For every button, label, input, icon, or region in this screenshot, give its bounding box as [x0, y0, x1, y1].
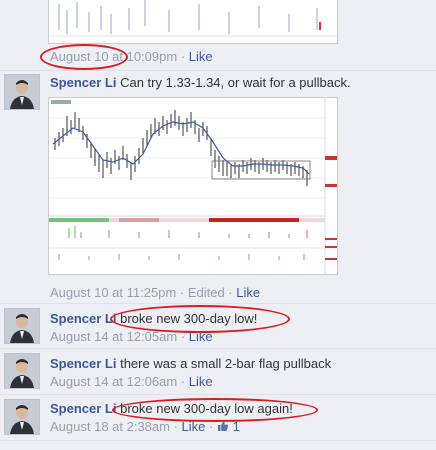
like-link[interactable]: Like: [189, 329, 213, 344]
comment-meta: August 10 at 11:25pm · Edited · Like: [50, 285, 261, 300]
stock-chart-attachment[interactable]: [48, 97, 338, 275]
divider: [0, 303, 436, 304]
comment-text: Spencer Li broke new 300-day low!: [50, 311, 257, 326]
comment-text: Spencer Li there was a small 2-bar flag …: [50, 356, 331, 371]
author-name[interactable]: Spencer Li: [50, 401, 116, 416]
comment-body: there was a small 2-bar flag pullback: [120, 356, 332, 371]
like-link[interactable]: Like: [189, 49, 213, 64]
comment-body: broke new 300-day low!: [120, 311, 258, 326]
divider: [0, 70, 436, 71]
stock-chart-thumbnail-top[interactable]: [48, 0, 338, 44]
comment-timestamp: August 14 at 12:06am: [50, 374, 178, 389]
author-name[interactable]: Spencer Li: [50, 75, 116, 90]
comment-meta: August 14 at 12:05am · Like: [50, 329, 213, 344]
divider: [0, 440, 436, 441]
comment-meta: August 14 at 12:06am · Like: [50, 374, 213, 389]
avatar[interactable]: [4, 399, 40, 435]
author-name[interactable]: Spencer Li: [50, 356, 116, 371]
author-name[interactable]: Spencer Li: [50, 311, 116, 326]
comment-body: broke new 300-day low again!: [120, 401, 293, 416]
first-post-timestamp: August 10 at 10:09pm: [50, 49, 178, 64]
avatar[interactable]: [4, 308, 40, 344]
thumbs-up-icon: [217, 421, 229, 431]
like-link[interactable]: Like: [189, 374, 213, 389]
divider: [0, 348, 436, 349]
like-link[interactable]: Like: [182, 419, 206, 434]
avatar[interactable]: [4, 74, 40, 110]
first-post-meta: August 10 at 10:09pm · Like: [50, 49, 213, 64]
comment-timestamp: August 18 at 2:38am: [50, 419, 170, 434]
divider: [0, 394, 436, 395]
comment-timestamp: August 10 at 11:25pm: [50, 285, 177, 300]
avatar[interactable]: [4, 353, 40, 389]
comment-meta: August 18 at 2:38am · Like · 1: [50, 419, 240, 434]
comment-text: Spencer Li Can try 1.33-1.34, or wait fo…: [50, 75, 351, 90]
comment-body: Can try 1.33-1.34, or wait for a pullbac…: [120, 75, 351, 90]
like-count: 1: [232, 419, 240, 434]
like-count-link[interactable]: 1: [217, 419, 240, 434]
edited-label: Edited: [187, 285, 225, 300]
like-link[interactable]: Like: [236, 285, 260, 300]
comment-timestamp: August 14 at 12:05am: [50, 329, 178, 344]
comment-text: Spencer Li broke new 300-day low again!: [50, 401, 293, 416]
